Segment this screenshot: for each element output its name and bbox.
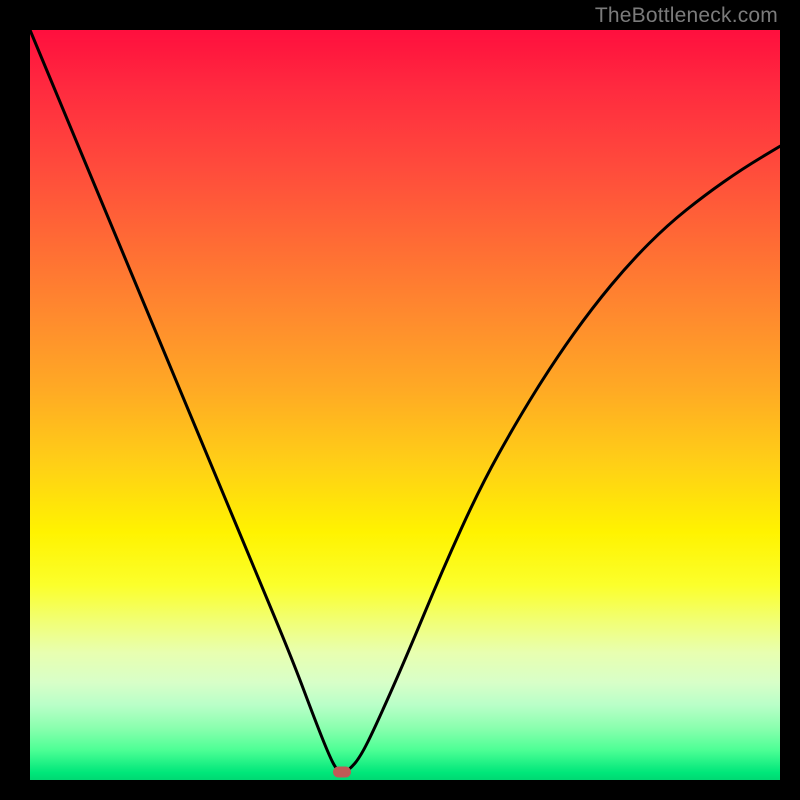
- optimal-marker: [333, 767, 351, 778]
- watermark-text: TheBottleneck.com: [595, 4, 778, 28]
- bottleneck-curve: [30, 30, 780, 780]
- curve-path: [30, 30, 780, 772]
- plot-area: [30, 30, 780, 780]
- chart-container: TheBottleneck.com: [0, 0, 800, 800]
